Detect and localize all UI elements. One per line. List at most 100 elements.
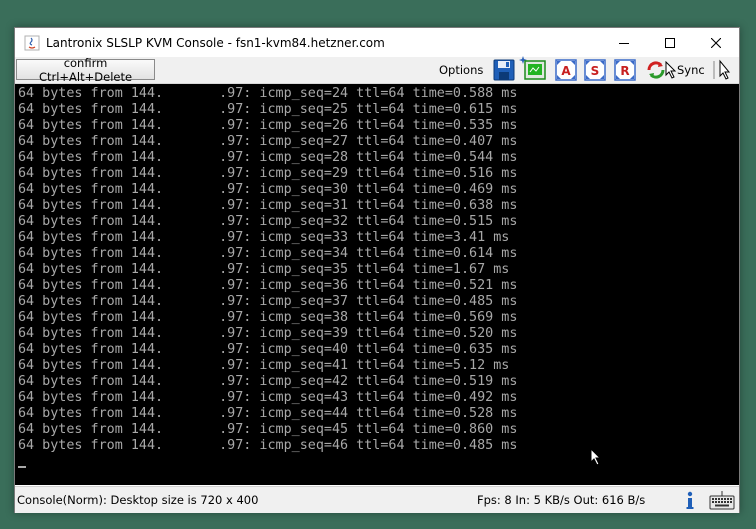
minimize-button[interactable]: [601, 28, 647, 57]
console-line-suffix: .97: icmp_seq=25 ttl=64 time=0.615 ms: [219, 102, 518, 117]
ctrl-alt-delete-button[interactable]: confirm Ctrl+Alt+Delete: [16, 56, 155, 84]
console-line-suffix: .97: icmp_seq=28 ttl=64 time=0.544 ms: [219, 150, 518, 165]
console-line: 64 bytes from 144. .97: icmp_seq=25 ttl=6…: [18, 102, 517, 118]
redacted-ip-block: [163, 150, 220, 166]
console-line: 64 bytes from 144. .97: icmp_seq=31 ttl=6…: [18, 198, 517, 214]
remote-console-screen[interactable]: 64 bytes from 144. .97: icmp_seq=24 ttl=6…: [15, 84, 739, 485]
redacted-ip-block: [163, 262, 220, 278]
console-line-prefix: 64 bytes from 144.: [18, 406, 164, 421]
redacted-ip-block: [163, 278, 220, 294]
redacted-ip-block: [163, 342, 220, 358]
console-line-prefix: 64 bytes from 144.: [18, 214, 164, 229]
console-line-suffix: .97: icmp_seq=39 ttl=64 time=0.520 ms: [219, 326, 518, 341]
console-line-suffix: .97: icmp_seq=42 ttl=64 time=0.519 ms: [219, 374, 518, 389]
console-line-suffix: .97: icmp_seq=34 ttl=64 time=0.614 ms: [219, 246, 518, 261]
console-line-prefix: 64 bytes from 144.: [18, 182, 164, 197]
console-line: 64 bytes from 144. .97: icmp_seq=33 ttl=6…: [18, 230, 517, 246]
console-line: 64 bytes from 144. .97: icmp_seq=30 ttl=6…: [18, 182, 517, 198]
console-line-suffix: .97: icmp_seq=40 ttl=64 time=0.635 ms: [219, 342, 518, 357]
save-button[interactable]: [493, 59, 515, 81]
console-line-suffix: .97: icmp_seq=26 ttl=64 time=0.535 ms: [219, 118, 518, 133]
options-menu[interactable]: Options: [439, 63, 483, 77]
svg-text:R: R: [620, 64, 629, 78]
console-line: 64 bytes from 144. .97: icmp_seq=34 ttl=6…: [18, 246, 517, 262]
console-line: 64 bytes from 144. .97: icmp_seq=35 ttl=6…: [18, 262, 517, 278]
redacted-ip-block: [163, 406, 220, 422]
redacted-ip-block: [163, 246, 220, 262]
console-line-prefix: 64 bytes from 144.: [18, 102, 164, 117]
console-line-prefix: 64 bytes from 144.: [18, 390, 164, 405]
console-line-suffix: .97: icmp_seq=37 ttl=64 time=0.485 ms: [219, 294, 518, 309]
keyboard-icon[interactable]: [709, 490, 735, 510]
console-line: 64 bytes from 144. .97: icmp_seq=32 ttl=6…: [18, 214, 517, 230]
monitor-icon: [524, 60, 546, 80]
window-controls: [601, 28, 739, 57]
maximize-button[interactable]: [647, 28, 693, 57]
console-line-prefix: 64 bytes from 144.: [18, 422, 164, 437]
console-line-suffix: .97: icmp_seq=27 ttl=64 time=0.407 ms: [219, 134, 518, 149]
svg-text:A: A: [561, 64, 571, 78]
redacted-ip-block: [163, 294, 220, 310]
console-line-suffix: .97: icmp_seq=35 ttl=64 time=1.67 ms: [219, 262, 510, 277]
svg-text:S: S: [591, 64, 600, 78]
console-line-suffix: .97: icmp_seq=30 ttl=64 time=0.469 ms: [219, 182, 518, 197]
macro-a-button[interactable]: A: [555, 59, 577, 81]
console-line-suffix: .97: icmp_seq=29 ttl=64 time=0.516 ms: [219, 166, 518, 181]
window-title: Lantronix SLSLP KVM Console - fsn1-kvm84…: [46, 35, 385, 50]
console-line-prefix: 64 bytes from 144.: [18, 326, 164, 341]
macro-r-button[interactable]: R: [614, 59, 636, 81]
redacted-ip-block: [163, 390, 220, 406]
console-line-prefix: 64 bytes from 144.: [18, 278, 164, 293]
console-output: 64 bytes from 144. .97: icmp_seq=24 ttl=6…: [18, 86, 517, 454]
sync-button[interactable]: [645, 59, 667, 81]
redacted-ip-block: [163, 118, 220, 134]
console-line-prefix: 64 bytes from 144.: [18, 134, 164, 149]
pointer-icon: [713, 59, 731, 80]
pointer-mode-button[interactable]: [712, 59, 734, 81]
sync-label[interactable]: Sync: [677, 63, 705, 77]
console-line-prefix: 64 bytes from 144.: [18, 358, 164, 373]
redacted-ip-block: [163, 198, 220, 214]
toolbar: confirm Ctrl+Alt+Delete Options A S R Sy…: [15, 56, 739, 84]
close-button[interactable]: [693, 28, 739, 57]
console-line: 64 bytes from 144. .97: icmp_seq=38 ttl=6…: [18, 310, 517, 326]
redacted-ip-block: [163, 214, 220, 230]
console-line-prefix: 64 bytes from 144.: [18, 374, 164, 389]
redacted-ip-block: [163, 102, 220, 118]
console-line: 64 bytes from 144. .97: icmp_seq=43 ttl=6…: [18, 390, 517, 406]
maximize-icon: [665, 37, 675, 48]
redacted-ip-block: [163, 166, 220, 182]
console-line: 64 bytes from 144. .97: icmp_seq=42 ttl=6…: [18, 374, 517, 390]
monitor-button[interactable]: [524, 59, 546, 81]
title-bar[interactable]: Lantronix SLSLP KVM Console - fsn1-kvm84…: [15, 28, 739, 57]
console-line-suffix: .97: icmp_seq=32 ttl=64 time=0.515 ms: [219, 214, 518, 229]
console-line-prefix: 64 bytes from 144.: [18, 294, 164, 309]
redacted-ip-block: [163, 182, 220, 198]
console-line-suffix: .97: icmp_seq=24 ttl=64 time=0.588 ms: [219, 86, 518, 101]
mouse-cursor-icon: [590, 448, 602, 466]
mouse-pointer-icon: [665, 61, 677, 79]
redacted-ip-block: [163, 374, 220, 390]
r-icon: R: [614, 59, 636, 81]
console-line-prefix: 64 bytes from 144.: [18, 150, 164, 165]
macro-s-button[interactable]: S: [584, 59, 606, 81]
console-line-prefix: 64 bytes from 144.: [18, 118, 164, 133]
console-line: 64 bytes from 144. .97: icmp_seq=45 ttl=6…: [18, 422, 517, 438]
info-icon[interactable]: [683, 490, 697, 510]
console-line-prefix: 64 bytes from 144.: [18, 198, 164, 213]
console-line-prefix: 64 bytes from 144.: [18, 310, 164, 325]
console-line: 64 bytes from 144. .97: icmp_seq=36 ttl=6…: [18, 278, 517, 294]
a-icon: A: [555, 59, 577, 81]
sync-icon: [647, 61, 665, 79]
console-line: 64 bytes from 144. .97: icmp_seq=37 ttl=6…: [18, 294, 517, 310]
console-line: 64 bytes from 144. .97: icmp_seq=26 ttl=6…: [18, 118, 517, 134]
console-line-suffix: .97: icmp_seq=33 ttl=64 time=3.41 ms: [219, 230, 510, 245]
console-line-suffix: .97: icmp_seq=44 ttl=64 time=0.528 ms: [219, 406, 518, 421]
console-line: 64 bytes from 144. .97: icmp_seq=29 ttl=6…: [18, 166, 517, 182]
console-line-prefix: 64 bytes from 144.: [18, 86, 164, 101]
redacted-ip-block: [163, 134, 220, 150]
console-line: 64 bytes from 144. .97: icmp_seq=39 ttl=6…: [18, 326, 517, 342]
console-line-prefix: 64 bytes from 144.: [18, 230, 164, 245]
console-line: 64 bytes from 144. .97: icmp_seq=27 ttl=6…: [18, 134, 517, 150]
console-line-prefix: 64 bytes from 144.: [18, 166, 164, 181]
